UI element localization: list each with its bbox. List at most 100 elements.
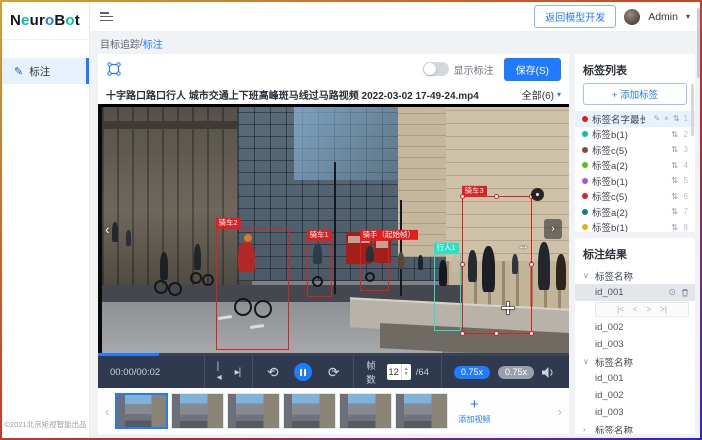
- item-id: id_003: [595, 339, 624, 350]
- filter-dropdown[interactable]: 全部(6) ▾: [522, 87, 561, 102]
- sort-icon[interactable]: ⇅: [671, 192, 678, 201]
- label-row[interactable]: 标签b(1) ⇅ 5: [575, 173, 695, 189]
- expand-icon[interactable]: ∨: [583, 357, 590, 366]
- pager-first[interactable]: |<: [617, 305, 624, 314]
- video-canvas[interactable]: 骑车2 骑车1 骑手（起始帧） 行人1 骑车3: [98, 104, 569, 353]
- step-back-icon[interactable]: |◂: [217, 361, 221, 383]
- label-row[interactable]: 标签a(2) ⇅ 7: [575, 204, 695, 220]
- toggle-switch[interactable]: [423, 62, 449, 76]
- bbox-cyclist-2[interactable]: 骑车2: [216, 228, 289, 350]
- frame-pager: |< < > >|: [595, 302, 689, 317]
- resize-handle[interactable]: [460, 331, 465, 336]
- video-thumbnail[interactable]: [227, 393, 280, 429]
- resize-handle[interactable]: [494, 331, 499, 336]
- label-row[interactable]: 标签b(1) ⇅ 8: [575, 220, 695, 233]
- caret-down-icon[interactable]: ▾: [686, 12, 690, 21]
- expand-icon[interactable]: ∨: [583, 271, 590, 280]
- result-group[interactable]: ∨ 标签名称: [575, 353, 695, 370]
- sort-icon[interactable]: ⇅: [673, 114, 680, 123]
- add-label-button[interactable]: + 添加标签: [583, 83, 687, 105]
- filmstrip-prev-icon[interactable]: ‹: [102, 404, 112, 419]
- back-to-model-dev-button[interactable]: 返回模型开发: [534, 5, 616, 28]
- step-forward-icon[interactable]: ▸|: [235, 367, 241, 378]
- filmstrip-next-icon[interactable]: ›: [555, 404, 565, 419]
- result-item[interactable]: id_003: [575, 404, 695, 421]
- annotation-toolbar: 显示标注 保存(S): [98, 54, 569, 84]
- sort-icon[interactable]: ⇅: [671, 130, 678, 139]
- pager-last[interactable]: >|: [660, 305, 667, 314]
- scrollbar-thumb[interactable]: [691, 84, 694, 136]
- pause-button[interactable]: [294, 363, 312, 381]
- avatar[interactable]: [624, 9, 640, 25]
- resize-handle[interactable]: [460, 262, 465, 267]
- video-title: 十字路口路口行人 城市交通上下班高峰斑马线过马路视频 2022-03-02 17…: [106, 87, 479, 102]
- video-thumbnail[interactable]: [395, 393, 448, 429]
- filter-value: 全部(6): [522, 87, 554, 102]
- bbox-pedestrian-1[interactable]: 行人1: [434, 253, 461, 331]
- label-row[interactable]: 标签a(2) ⇅ 4: [575, 158, 695, 174]
- plus-icon: +: [470, 397, 479, 412]
- page-scrollbar[interactable]: [697, 2, 700, 438]
- result-item[interactable]: id_002: [575, 319, 695, 336]
- speed-pill-inactive[interactable]: 0.75x: [498, 366, 534, 379]
- bbox-cyclist-3-selected[interactable]: 骑车3: [462, 196, 532, 334]
- scene-pole: [334, 162, 336, 294]
- speed-pill-active[interactable]: 0.75x: [454, 366, 490, 379]
- result-item[interactable]: id_002: [575, 387, 695, 404]
- save-button[interactable]: 保存(S): [504, 58, 561, 81]
- result-item[interactable]: id_001: [575, 370, 695, 387]
- label-row[interactable]: 标签c(5) ⇅ 3: [575, 142, 695, 158]
- video-prev-chevron[interactable]: ‹: [105, 222, 110, 236]
- add-video-button[interactable]: + 添加视频: [451, 392, 497, 430]
- sort-icon[interactable]: ⇅: [671, 176, 678, 185]
- sort-icon[interactable]: ⇅: [671, 223, 678, 232]
- result-group-collapsed[interactable]: › 标签名称: [575, 421, 695, 434]
- group-name: 标签名称: [595, 423, 633, 435]
- user-name[interactable]: Admin: [648, 11, 678, 23]
- sort-icon[interactable]: ⇅: [671, 145, 678, 154]
- resize-handle[interactable]: [529, 262, 534, 267]
- video-thumbnail[interactable]: [115, 393, 168, 429]
- show-annotation-toggle[interactable]: 显示标注: [423, 62, 494, 77]
- logo-text: ur: [30, 12, 45, 29]
- label-row[interactable]: 标签名字最长数... ✎ × ⇅ 1: [575, 111, 695, 127]
- video-thumbnail[interactable]: [283, 393, 336, 429]
- collapse-icon[interactable]: ›: [583, 425, 590, 434]
- item-id: id_001: [595, 373, 624, 384]
- result-item[interactable]: id_001 ⊙: [575, 284, 695, 301]
- scene-wheel: [168, 282, 182, 296]
- trash-icon[interactable]: [681, 288, 689, 297]
- frame-stepper[interactable]: ▲▼: [401, 364, 411, 380]
- sort-icon[interactable]: ⇅: [671, 207, 678, 216]
- item-id: id_002: [595, 322, 624, 333]
- delete-icon[interactable]: ×: [664, 114, 669, 123]
- bbox-cyclist-1[interactable]: 骑车1: [307, 240, 332, 297]
- resize-handle[interactable]: [494, 194, 499, 199]
- result-item[interactable]: id_003: [575, 336, 695, 353]
- anchor-point-icon[interactable]: [531, 188, 544, 201]
- video-thumbnail[interactable]: [171, 393, 224, 429]
- breadcrumb-parent[interactable]: 目标追踪: [100, 36, 140, 51]
- result-group[interactable]: ∨ 标签名称: [575, 267, 695, 284]
- sort-icon[interactable]: ⇅: [671, 161, 678, 170]
- edit-icon[interactable]: ✎: [653, 114, 660, 123]
- draw-box-tool-icon[interactable]: [106, 61, 122, 77]
- rewind-10-icon[interactable]: ⟲10: [265, 364, 280, 381]
- pager-prev[interactable]: <: [633, 305, 638, 314]
- resize-handle[interactable]: [460, 194, 465, 199]
- frame-number-input[interactable]: 12 ▲▼: [387, 364, 411, 380]
- video-next-chevron[interactable]: ›: [544, 219, 562, 239]
- label-row[interactable]: 标签b(1) ⇅ 2: [575, 127, 695, 143]
- target-icon[interactable]: ⊙: [668, 287, 676, 298]
- pager-next[interactable]: >: [647, 305, 652, 314]
- volume-icon[interactable]: [542, 367, 555, 378]
- scene-cyclist: [160, 252, 168, 280]
- forward-10-icon[interactable]: ⟳10: [326, 364, 341, 381]
- collapse-menu-icon[interactable]: [100, 12, 113, 21]
- bbox-rider-start-frame[interactable]: 骑手（起始帧）: [360, 240, 389, 291]
- label-color-dot: [582, 193, 588, 199]
- video-thumbnail[interactable]: [339, 393, 392, 429]
- label-row[interactable]: 标签c(5) ⇅ 6: [575, 189, 695, 205]
- sidebar-item-annotate[interactable]: ✎ 标注: [2, 58, 89, 84]
- resize-handle[interactable]: [529, 331, 534, 336]
